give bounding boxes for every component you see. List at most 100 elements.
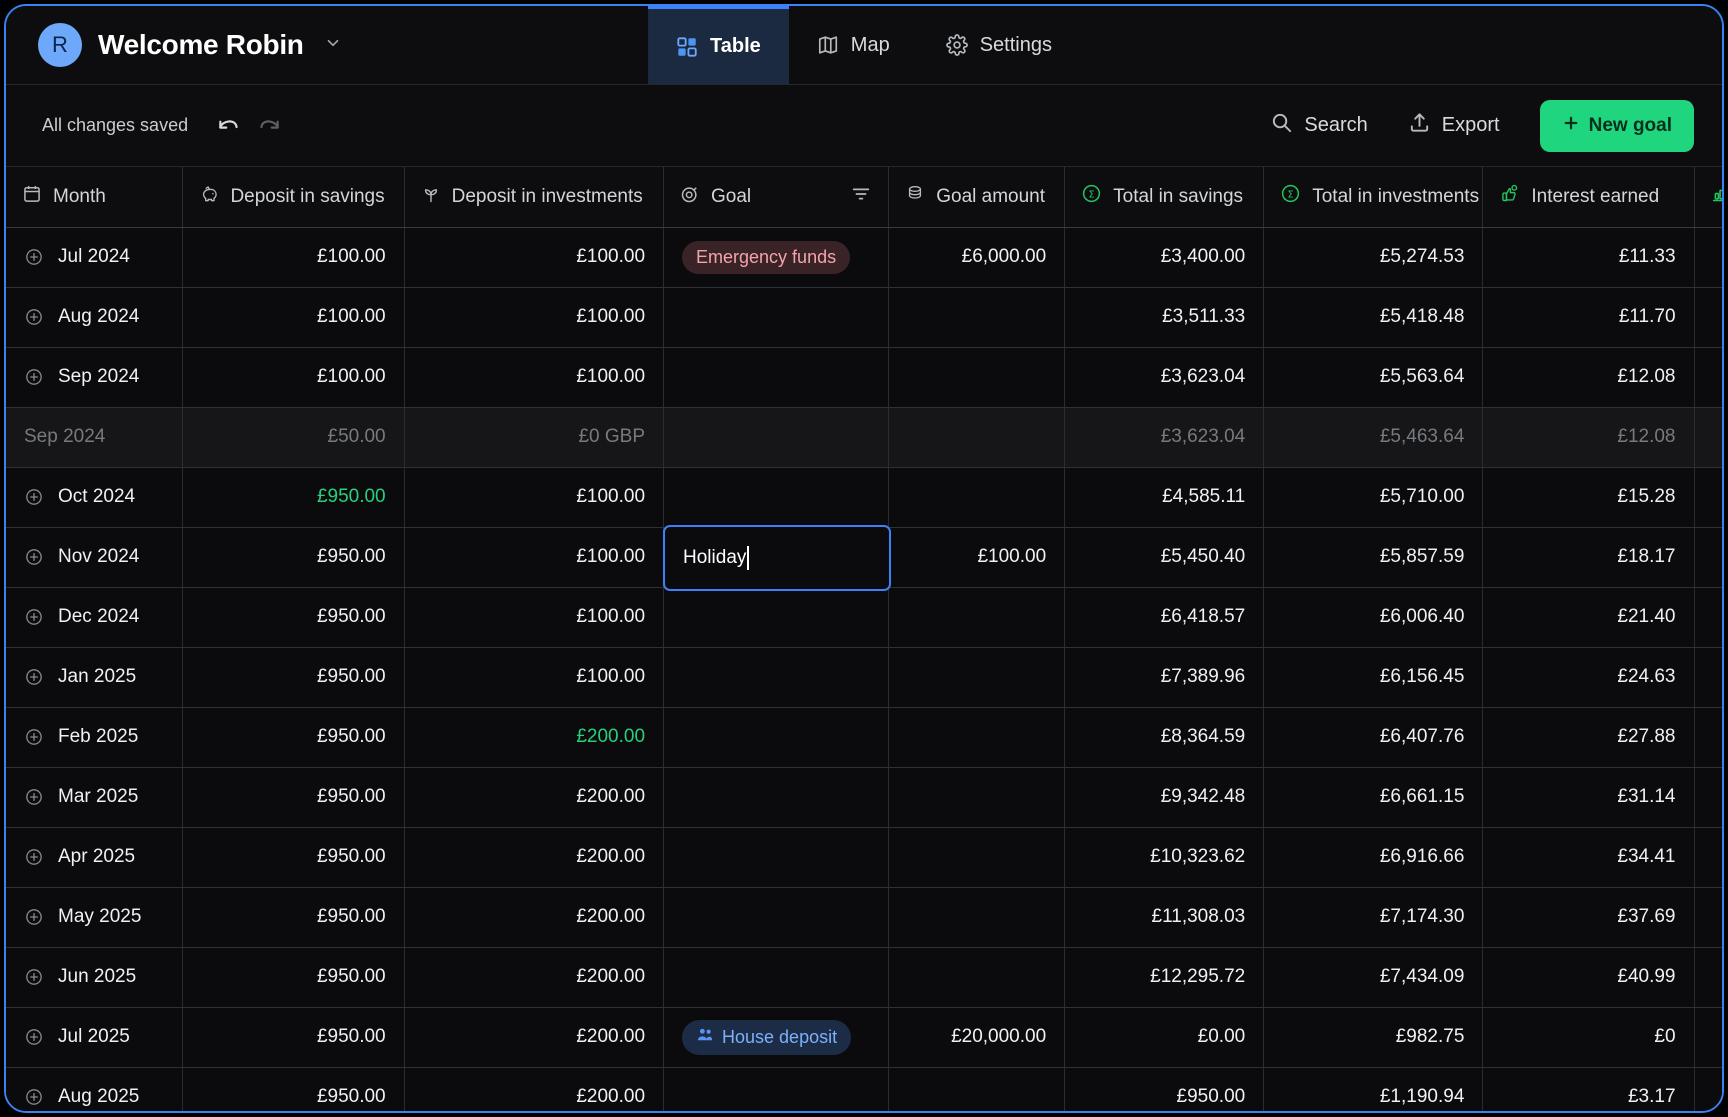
- chevron-down-icon[interactable]: [324, 34, 342, 56]
- cell-interest-earned[interactable]: £11.70: [1482, 287, 1695, 348]
- cell-goal-amount[interactable]: [888, 407, 1066, 468]
- cell-goal[interactable]: [663, 467, 890, 528]
- table-row[interactable]: Sep 2024 £50.00 £0 GBP £3,623.04 £5,463.64 £1…: [6, 407, 1722, 468]
- cell-goal-amount[interactable]: [888, 1067, 1066, 1111]
- cell-total-savings[interactable]: £3,400.00: [1064, 227, 1265, 288]
- cell-deposit-investments[interactable]: £100.00: [404, 347, 665, 408]
- cell-deposit-savings[interactable]: £950.00: [182, 647, 405, 708]
- cell-goal-amount[interactable]: £100.00: [888, 527, 1066, 588]
- cell-total-investments[interactable]: £1,190.94: [1263, 1067, 1484, 1111]
- cell-month[interactable]: May 2025: [6, 887, 184, 948]
- cell-deposit-savings[interactable]: £950.00: [182, 707, 405, 768]
- cell-interest-earned[interactable]: £37.69: [1482, 887, 1695, 948]
- column-header-deposit-savings[interactable]: Deposit in savings: [182, 167, 405, 228]
- cell-interest-earned[interactable]: £24.63: [1482, 647, 1695, 708]
- table-row[interactable]: Mar 2025 £950.00 £200.00 £9,342.48 £6,661.15…: [6, 767, 1722, 828]
- cell-goal[interactable]: [663, 347, 890, 408]
- cell-goal[interactable]: [663, 827, 890, 888]
- cell-month[interactable]: Nov 2024: [6, 527, 184, 588]
- table-row[interactable]: Jul 2025 £950.00 £200.00 House deposit £20,0…: [6, 1007, 1722, 1068]
- cell-extra[interactable]: [1694, 527, 1722, 588]
- cell-extra[interactable]: [1694, 587, 1722, 648]
- cell-interest-earned[interactable]: £12.08: [1482, 407, 1695, 468]
- cell-goal[interactable]: [663, 1067, 890, 1111]
- column-header-total-investments[interactable]: Σ Total in investments: [1263, 167, 1484, 228]
- cell-deposit-investments[interactable]: £100.00: [404, 647, 665, 708]
- cell-extra[interactable]: [1694, 767, 1722, 828]
- cell-total-investments[interactable]: £6,407.76: [1263, 707, 1484, 768]
- cell-extra[interactable]: [1694, 1007, 1722, 1068]
- search-button[interactable]: Search: [1270, 111, 1368, 140]
- cell-month[interactable]: Sep 2024: [6, 347, 184, 408]
- column-header-extra[interactable]: U: [1694, 167, 1722, 228]
- table-row[interactable]: May 2025 £950.00 £200.00 £11,308.03 £7,174.3…: [6, 887, 1722, 948]
- cell-goal-amount[interactable]: [888, 647, 1066, 708]
- cell-deposit-savings[interactable]: £950.00: [182, 827, 405, 888]
- cell-deposit-savings[interactable]: £950.00: [182, 467, 405, 528]
- cell-total-investments[interactable]: £6,006.40: [1263, 587, 1484, 648]
- expand-row-icon[interactable]: [24, 367, 44, 387]
- cell-deposit-investments[interactable]: £100.00: [404, 287, 665, 348]
- expand-row-icon[interactable]: [24, 967, 44, 987]
- cell-interest-earned[interactable]: £12.08: [1482, 347, 1695, 408]
- cell-goal[interactable]: [663, 587, 890, 648]
- expand-row-icon[interactable]: [24, 1027, 44, 1047]
- cell-deposit-investments[interactable]: £200.00: [404, 707, 665, 768]
- cell-total-investments[interactable]: £5,563.64: [1263, 347, 1484, 408]
- new-goal-button[interactable]: New goal: [1539, 99, 1694, 152]
- cell-total-savings[interactable]: £6,418.57: [1064, 587, 1265, 648]
- table-row[interactable]: Jun 2025 £950.00 £200.00 £12,295.72 £7,434.0…: [6, 947, 1722, 1008]
- cell-month[interactable]: Oct 2024: [6, 467, 184, 528]
- cell-extra[interactable]: [1694, 947, 1722, 1008]
- table-row[interactable]: Apr 2025 £950.00 £200.00 £10,323.62 £6,916.6…: [6, 827, 1722, 888]
- tab-settings[interactable]: Settings: [918, 6, 1080, 84]
- redo-icon[interactable]: [256, 113, 282, 139]
- cell-extra[interactable]: [1694, 287, 1722, 348]
- cell-interest-earned[interactable]: £15.28: [1482, 467, 1695, 528]
- cell-interest-earned[interactable]: £3.17: [1482, 1067, 1695, 1111]
- cell-extra[interactable]: [1694, 827, 1722, 888]
- cell-goal[interactable]: House deposit: [663, 1007, 890, 1068]
- cell-deposit-savings[interactable]: £950.00: [182, 767, 405, 828]
- cell-goal-amount[interactable]: [888, 827, 1066, 888]
- expand-row-icon[interactable]: [24, 907, 44, 927]
- column-header-interest-earned[interactable]: Interest earned: [1482, 167, 1695, 228]
- cell-interest-earned[interactable]: £18.17: [1482, 527, 1695, 588]
- cell-month[interactable]: Aug 2024: [6, 287, 184, 348]
- cell-goal-amount[interactable]: [888, 467, 1066, 528]
- cell-total-investments[interactable]: £5,463.64: [1263, 407, 1484, 468]
- cell-deposit-investments[interactable]: £0 GBP: [404, 407, 665, 468]
- table-row[interactable]: Feb 2025 £950.00 £200.00 £8,364.59 £6,407.76…: [6, 707, 1722, 768]
- cell-deposit-investments[interactable]: £200.00: [404, 1067, 665, 1111]
- cell-total-savings[interactable]: £950.00: [1064, 1067, 1265, 1111]
- cell-goal[interactable]: [663, 287, 890, 348]
- cell-goal[interactable]: [663, 887, 890, 948]
- data-table-container[interactable]: Month Deposit in savings Deposit in inve…: [6, 167, 1722, 1111]
- cell-deposit-savings[interactable]: £100.00: [182, 227, 405, 288]
- column-header-total-savings[interactable]: Σ Total in savings: [1064, 167, 1265, 228]
- cell-deposit-investments[interactable]: £100.00: [404, 227, 665, 288]
- cell-deposit-investments[interactable]: £200.00: [404, 1007, 665, 1068]
- cell-interest-earned[interactable]: £11.33: [1482, 227, 1695, 288]
- table-row[interactable]: Jan 2025 £950.00 £100.00 £7,389.96 £6,156.45…: [6, 647, 1722, 708]
- column-header-month[interactable]: Month: [6, 167, 184, 228]
- cell-deposit-savings[interactable]: £50.00: [182, 407, 405, 468]
- cell-extra[interactable]: [1694, 647, 1722, 708]
- cell-interest-earned[interactable]: £31.14: [1482, 767, 1695, 828]
- cell-month[interactable]: Jan 2025: [6, 647, 184, 708]
- table-row[interactable]: Aug 2024 £100.00 £100.00 £3,511.33 £5,418.48…: [6, 287, 1722, 348]
- cell-deposit-investments[interactable]: £100.00: [404, 587, 665, 648]
- cell-extra[interactable]: [1694, 347, 1722, 408]
- expand-row-icon[interactable]: [24, 727, 44, 747]
- cell-goal[interactable]: [663, 647, 890, 708]
- cell-deposit-savings[interactable]: £950.00: [182, 1067, 405, 1111]
- table-row[interactable]: Dec 2024 £950.00 £100.00 £6,418.57 £6,006.40…: [6, 587, 1722, 648]
- cell-extra[interactable]: [1694, 1067, 1722, 1111]
- cell-month[interactable]: Jun 2025: [6, 947, 184, 1008]
- cell-month[interactable]: Jul 2025: [6, 1007, 184, 1068]
- cell-goal[interactable]: Emergency funds: [663, 227, 890, 288]
- cell-deposit-savings[interactable]: £950.00: [182, 527, 405, 588]
- undo-icon[interactable]: [216, 113, 242, 139]
- tab-map[interactable]: Map: [789, 6, 918, 84]
- cell-deposit-savings[interactable]: £950.00: [182, 947, 405, 1008]
